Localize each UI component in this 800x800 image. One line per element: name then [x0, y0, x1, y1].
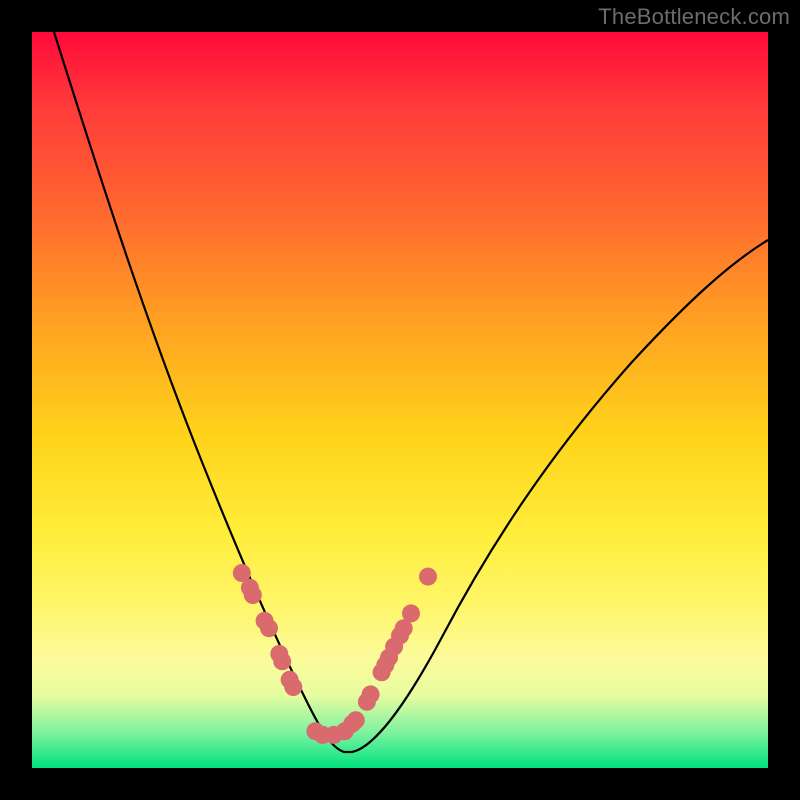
curve-marker [260, 619, 278, 637]
curve-marker [284, 678, 302, 696]
curve-marker [244, 586, 262, 604]
chart-stage: TheBottleneck.com [0, 0, 800, 800]
bottleneck-curve [54, 32, 768, 752]
curve-marker [419, 568, 437, 586]
watermark-text: TheBottleneck.com [598, 4, 790, 30]
curve-marker [347, 711, 365, 729]
curve-markers [233, 564, 437, 744]
curve-marker [402, 604, 420, 622]
curve-marker [362, 685, 380, 703]
curve-layer [32, 32, 768, 768]
gradient-plot-area [32, 32, 768, 768]
curve-marker [273, 652, 291, 670]
